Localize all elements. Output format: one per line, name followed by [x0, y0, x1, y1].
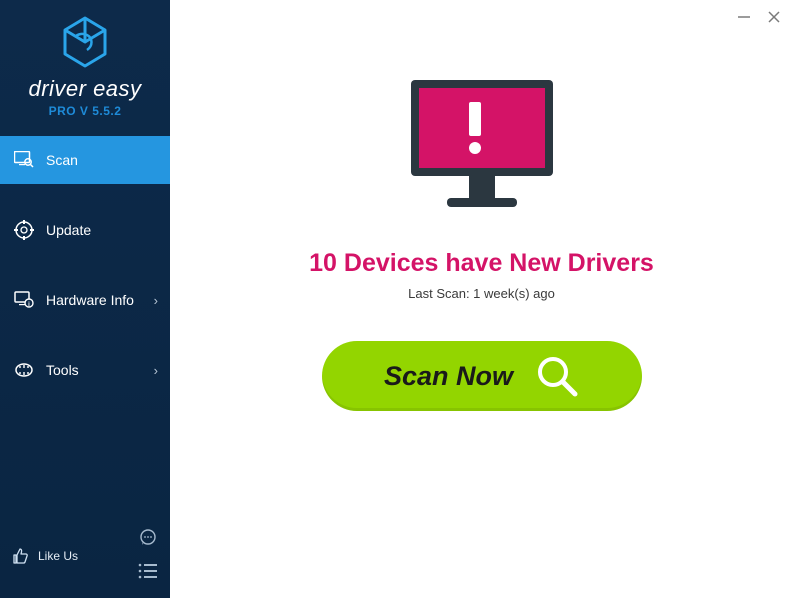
- nav-scan[interactable]: Scan: [0, 136, 170, 184]
- headline: 10 Devices have New Drivers: [309, 249, 654, 278]
- nav-update[interactable]: Update: [0, 206, 170, 254]
- window-controls: [735, 8, 783, 26]
- nav-tools[interactable]: Tools ›: [0, 346, 170, 394]
- minimize-button[interactable]: [735, 8, 753, 26]
- nav-hardware-info[interactable]: i Hardware Info ›: [0, 276, 170, 324]
- alert-monitor-illustration: [397, 72, 567, 227]
- chevron-right-icon: ›: [154, 293, 158, 308]
- footer-icons: [138, 528, 158, 584]
- sidebar-footer: Like Us: [0, 528, 170, 598]
- main-panel: 10 Devices have New Drivers Last Scan: 1…: [170, 0, 793, 598]
- nav-update-label: Update: [46, 222, 91, 238]
- tools-icon: [14, 360, 34, 380]
- like-us-label: Like Us: [38, 549, 78, 563]
- brand-block: driver easy PRO V 5.5.2: [0, 0, 170, 126]
- brand-name: driver easy: [0, 76, 170, 102]
- menu-list-icon[interactable]: [138, 563, 158, 584]
- thumbs-up-icon: [12, 547, 30, 565]
- brand-logo-icon: [57, 14, 113, 70]
- magnifier-icon: [535, 354, 579, 398]
- feedback-icon[interactable]: [138, 528, 158, 553]
- scan-icon: [14, 150, 34, 170]
- nav-scan-label: Scan: [46, 152, 78, 168]
- chevron-right-icon: ›: [154, 363, 158, 378]
- hardware-info-icon: i: [14, 290, 34, 310]
- nav-hardware-info-label: Hardware Info: [46, 292, 134, 308]
- scan-now-button[interactable]: Scan Now: [322, 341, 642, 411]
- update-icon: [14, 220, 34, 240]
- brand-version: PRO V 5.5.2: [0, 104, 170, 118]
- nav: Scan Update i Hardware Info › Tools: [0, 136, 170, 416]
- last-scan-text: Last Scan: 1 week(s) ago: [408, 286, 555, 301]
- scan-now-label: Scan Now: [384, 361, 513, 392]
- nav-tools-label: Tools: [46, 362, 79, 378]
- like-us-button[interactable]: Like Us: [12, 547, 78, 565]
- close-button[interactable]: [765, 8, 783, 26]
- sidebar: driver easy PRO V 5.5.2 Scan Update i: [0, 0, 170, 598]
- app-window: driver easy PRO V 5.5.2 Scan Update i: [0, 0, 793, 598]
